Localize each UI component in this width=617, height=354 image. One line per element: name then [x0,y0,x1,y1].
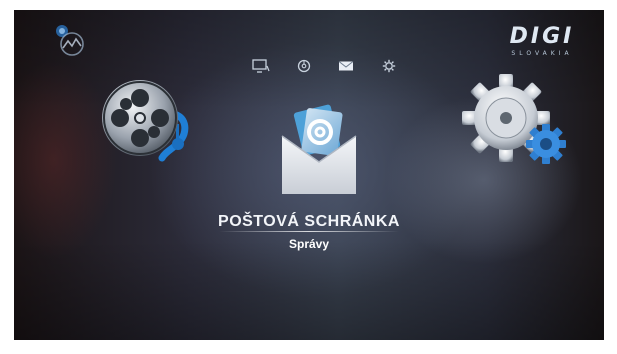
signal-status-icon [56,25,84,56]
film-reel-music-icon[interactable] [96,68,204,168]
selected-item-subtitle: Správy [288,237,330,251]
title-divider [219,231,399,232]
mail-envelope-at-icon[interactable] [278,102,360,200]
logo-brand: DIGI [509,24,575,49]
settings-gear-icon[interactable] [380,59,398,73]
digi-slovakia-logo: DIGI SLOVAKIA [490,24,594,58]
tv-monitor-icon[interactable] [252,59,270,73]
menu-category-bar [252,57,398,75]
logo-country: SLOVAKIA [511,50,573,57]
selected-item-title: POŠTOVÁ SCHRÁNKA [218,213,400,230]
settings-gears-icon[interactable] [460,72,570,172]
globe-icon[interactable] [295,59,313,73]
mail-envelope-icon[interactable] [337,59,355,73]
tv-menu-screen: DIGI SLOVAKIA POŠTOVÁ SCHRÁNKA Správy [14,10,604,340]
